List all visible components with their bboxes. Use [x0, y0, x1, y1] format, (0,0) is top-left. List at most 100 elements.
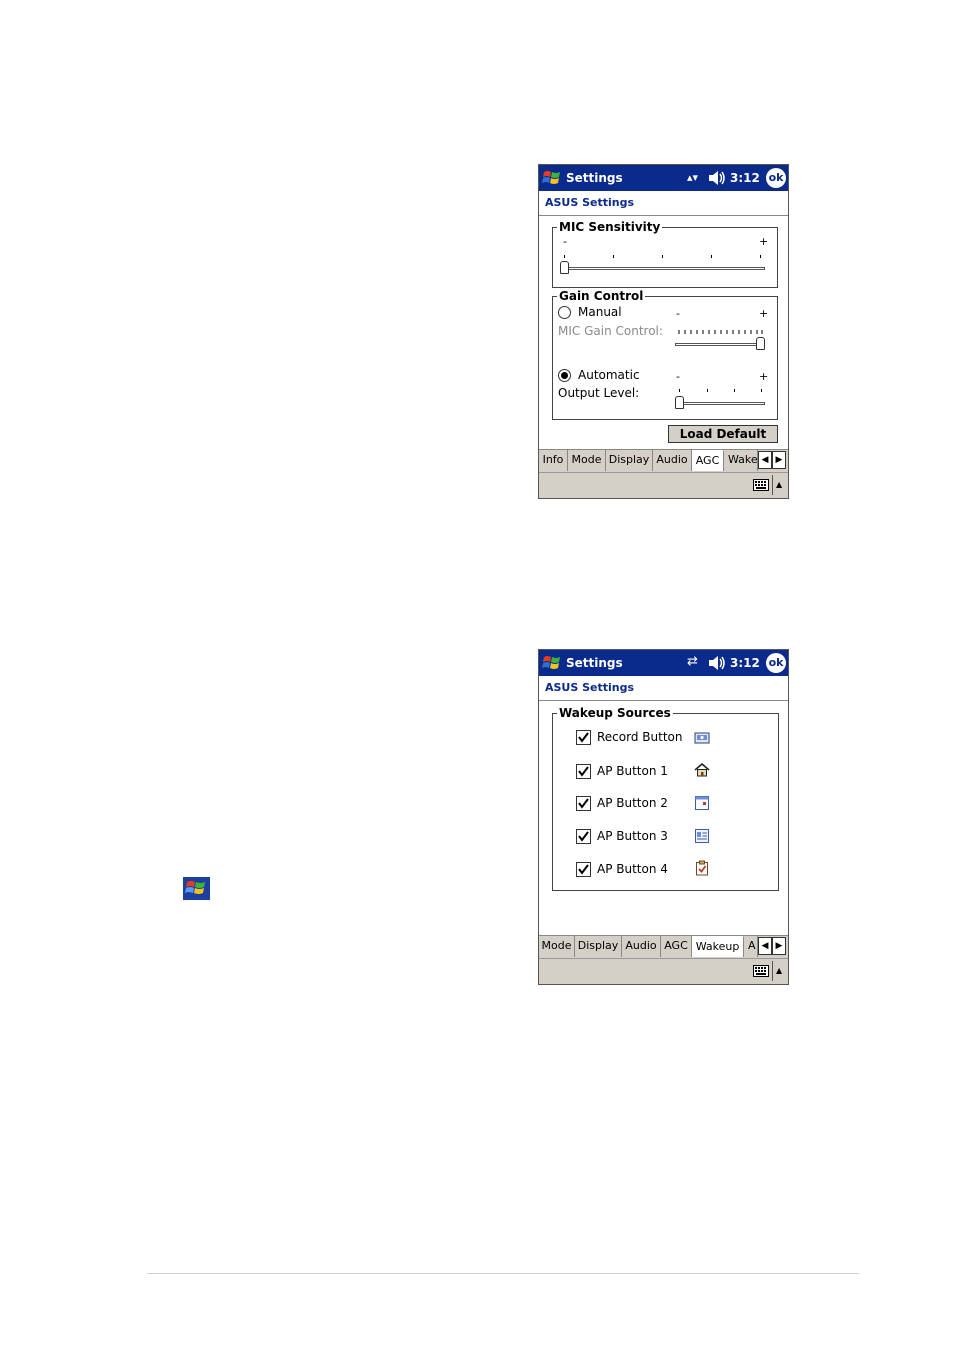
ap-button-2-checkbox[interactable] — [576, 796, 591, 811]
tab-display[interactable]: Display — [575, 936, 622, 957]
tab-wakeup[interactable]: Wakeup — [692, 936, 744, 957]
clock-time[interactable]: 3:12 — [730, 171, 760, 185]
slider-thumb[interactable] — [560, 261, 569, 274]
slider-tick — [760, 255, 761, 258]
slider-tick — [613, 255, 614, 258]
wakeup-item-ap-button-3[interactable]: AP Button 3 — [576, 829, 756, 846]
wakeup-item-ap-button-1[interactable]: AP Button 1 — [576, 764, 756, 781]
tasks-icon — [696, 860, 708, 876]
output-level-label: Output Level: — [558, 386, 640, 400]
tab-scroll-right-button[interactable]: ▶ — [772, 937, 786, 955]
tab-scroll-left-button[interactable]: ◀ — [758, 937, 772, 955]
wakeup-item-label: AP Button 4 — [597, 862, 668, 876]
windows-start-icon[interactable] — [542, 168, 562, 188]
connectivity-icon[interactable]: ⇄ — [687, 654, 698, 669]
tab-scroll-left-button[interactable]: ◀ — [758, 451, 772, 469]
input-panel-up-icon[interactable]: ▲ — [776, 480, 782, 489]
wakeup-item-record-button[interactable]: Record Button — [576, 730, 756, 747]
ok-button[interactable]: ok — [766, 653, 786, 673]
wakeup-item-label: AP Button 3 — [597, 829, 668, 843]
wakeup-item-ap-button-4[interactable]: AP Button 4 — [576, 862, 756, 879]
menu-bar: ▲ — [539, 958, 788, 984]
mic-plus-label: + — [759, 235, 769, 248]
input-panel-up-icon[interactable]: ▲ — [776, 966, 782, 975]
wakeup-settings-screen: Settings ⇄ 3:12 ok ASUS Settings Wakeup … — [538, 649, 789, 985]
slider-tick — [564, 255, 565, 258]
contacts-icon — [695, 829, 709, 843]
ok-button[interactable]: ok — [766, 168, 786, 188]
tab-agc[interactable]: AGC — [692, 450, 724, 471]
mic-gain-slider[interactable] — [673, 328, 768, 354]
app-title: Settings — [566, 656, 623, 670]
manual-radio[interactable] — [558, 306, 571, 319]
menu-bar: ▲ — [539, 472, 788, 498]
tab-mode[interactable]: Mode — [539, 936, 575, 957]
slider-thumb[interactable] — [675, 396, 684, 409]
windows-start-icon[interactable] — [542, 653, 562, 673]
record-button-checkbox[interactable] — [576, 730, 591, 745]
checkmark-icon — [578, 864, 589, 875]
tab-display[interactable]: Display — [606, 450, 653, 471]
tab-bar: Info Mode Display Audio AGC Wake ◀ ▶ — [539, 449, 788, 472]
load-default-button[interactable]: Load Default — [668, 425, 778, 443]
wakeup-item-label: AP Button 2 — [597, 796, 668, 810]
mic-gain-control-label: MIC Gain Control: — [558, 324, 663, 338]
slider-tick — [711, 255, 712, 258]
manual-plus-label: + — [759, 307, 769, 320]
menu-separator — [772, 961, 773, 981]
ap-button-3-checkbox[interactable] — [576, 829, 591, 844]
home-icon — [694, 762, 710, 777]
manual-minus-label: - — [676, 307, 680, 320]
slider-tick — [707, 389, 708, 392]
wakeup-item-label: Record Button — [597, 730, 683, 744]
app-title: Settings — [566, 171, 623, 185]
slider-thumb[interactable] — [756, 337, 765, 350]
slider-track — [677, 402, 765, 405]
windows-start-icon — [183, 877, 210, 900]
tab-audio[interactable]: Audio — [622, 936, 661, 957]
slider-tick — [761, 389, 762, 392]
title-bar: Settings ⇄ 3:12 ok — [539, 650, 788, 676]
calendar-icon — [695, 796, 709, 810]
page-title: ASUS Settings — [545, 196, 635, 209]
wakeup-item-label: AP Button 1 — [597, 764, 668, 778]
tab-scroll-right-button[interactable]: ▶ — [772, 451, 786, 469]
page-subheader: ASUS Settings — [539, 676, 788, 701]
title-bar: Settings ▴▾ 3:12 ok — [539, 165, 788, 191]
ap-button-4-checkbox[interactable] — [576, 862, 591, 877]
manual-label: Manual — [578, 305, 622, 319]
mic-minus-label: - — [563, 235, 567, 248]
output-level-slider[interactable] — [673, 387, 768, 413]
automatic-radio[interactable] — [558, 369, 571, 382]
tab-mode[interactable]: Mode — [568, 450, 606, 471]
keyboard-icon[interactable] — [753, 479, 769, 491]
checkmark-icon — [578, 732, 589, 743]
tab-audio[interactable]: Audio — [653, 450, 692, 471]
wakeup-sources-label: Wakeup Sources — [557, 706, 673, 720]
tab-agc[interactable]: AGC — [661, 936, 692, 957]
menu-separator — [772, 475, 773, 495]
ap-button-1-checkbox[interactable] — [576, 764, 591, 779]
slider-track — [675, 343, 765, 346]
mic-sensitivity-slider[interactable] — [559, 253, 769, 277]
slider-track — [562, 267, 765, 270]
speaker-icon[interactable] — [708, 170, 726, 186]
connectivity-icon[interactable]: ▴▾ — [687, 171, 698, 184]
page-title: ASUS Settings — [545, 681, 635, 694]
tab-next-partial[interactable]: A — [744, 936, 758, 957]
gain-control-label: Gain Control — [557, 289, 646, 303]
tab-bar: Mode Display Audio AGC Wakeup A ◀ ▶ — [539, 935, 788, 958]
wakeup-item-ap-button-2[interactable]: AP Button 2 — [576, 796, 756, 813]
automatic-label: Automatic — [578, 368, 640, 382]
checkmark-icon — [578, 798, 589, 809]
checkmark-icon — [578, 831, 589, 842]
keyboard-icon[interactable] — [753, 965, 769, 977]
auto-plus-label: + — [759, 370, 769, 383]
speaker-icon[interactable] — [708, 655, 726, 671]
slider-tick — [662, 255, 663, 258]
agc-settings-screen: Settings ▴▾ 3:12 ok ASUS Settings MIC Se… — [538, 164, 789, 499]
slider-tick — [734, 389, 735, 392]
tab-info[interactable]: Info — [539, 450, 568, 471]
clock-time[interactable]: 3:12 — [730, 656, 760, 670]
tab-wakeup[interactable]: Wake — [724, 450, 758, 471]
